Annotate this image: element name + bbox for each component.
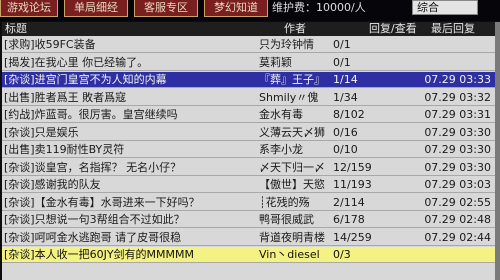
post-author: 【傲世】天慾 xyxy=(259,178,325,191)
table-row[interactable]: [杂谈]谈皇宫，名指挥？ 无名小仔？ 〆天下归一〆 12/159 07.29 03:3… xyxy=(2,160,495,176)
post-title[interactable]: [出售]卖119耐性BY灵符 xyxy=(4,142,257,157)
post-last-reply-time: 07.29 02:55 xyxy=(424,195,491,209)
table-row[interactable]: [杂谈]【金水有毒】水哥进来一下好吗？ ┊花残的殇 2/114 07.29 02:55 xyxy=(2,195,495,211)
post-title[interactable]: [出售]胜者爲王 敗者爲寇 xyxy=(4,90,257,105)
post-title[interactable]: [杂谈]进宫门皇宫不为人知的内幕 xyxy=(4,72,257,87)
post-title[interactable]: [杂谈]只想说一句3帮组合不过如此？ xyxy=(4,212,257,227)
table-row[interactable]: [揭发]在我心里 你已经输了。 莫莉颖 0/1 xyxy=(2,55,495,71)
post-title[interactable]: [约战]炸蓝哥。很厉害。皇宫继续吗 xyxy=(4,107,257,122)
top-navigation-bar: 游戏论坛 单局细经 客服专区 梦幻知道 维护费：10000/人 综合 xyxy=(0,0,500,21)
post-author: 背道夜明青楼 xyxy=(259,230,325,244)
post-title[interactable]: [杂谈]谈皇宫，名指挥？ 无名小仔？ xyxy=(4,160,257,175)
tab-game-forum[interactable]: 游戏论坛 xyxy=(0,0,58,17)
column-header-row: 标题 作者 回复/查看 最后回复 xyxy=(2,22,495,36)
post-reply-count: 2/114 xyxy=(333,195,365,209)
category-dropdown[interactable]: 综合 xyxy=(412,0,478,15)
post-reply-count: 14/259 xyxy=(333,230,372,244)
post-last-reply-time: 07.29 03:30 xyxy=(424,160,491,174)
table-row[interactable]: [约战]炸蓝哥。很厉害。皇宫继续吗 金水有毒 8/102 07.29 03:31 xyxy=(2,107,495,123)
post-last-reply-time: 07.29 03:03 xyxy=(424,178,491,191)
post-author: 〆天下归一〆 xyxy=(259,160,325,174)
post-title[interactable]: [求购]收59FC装备 xyxy=(4,37,257,52)
table-row[interactable]: [出售]胜者爲王 敗者爲寇 Shmily〃傀 1/34 07.29 03:32 xyxy=(2,90,495,106)
post-reply-count: 0/10 xyxy=(333,143,358,156)
post-reply-count: 0/1 xyxy=(333,38,351,51)
post-author: 金水有毒 xyxy=(259,108,303,121)
post-reply-count: 1/14 xyxy=(333,73,358,86)
post-title[interactable]: [杂谈]感谢我的队友 xyxy=(4,177,257,192)
post-author: 莫莉颖 xyxy=(259,55,292,69)
post-author: 只为玲钟情 xyxy=(259,38,314,51)
post-reply-count: 12/159 xyxy=(333,160,372,174)
post-author: Shmily〃傀 xyxy=(259,90,319,104)
table-row[interactable]: [出售]卖119耐性BY灵符 系李小龙 0/10 07.29 03:30 xyxy=(2,142,495,158)
post-author: 『葬』王子』 xyxy=(259,73,325,86)
table-row[interactable]: [求购]收59FC装备 只为玲钟情 0/1 xyxy=(2,37,495,53)
post-last-reply-time: 07.29 02:44 xyxy=(424,230,491,244)
post-last-reply-time: 07.29 03:32 xyxy=(424,90,491,104)
post-title[interactable]: [杂谈]【金水有毒】水哥进来一下好吗？ xyxy=(4,195,257,210)
post-last-reply-time: 07.29 03:30 xyxy=(424,125,491,139)
post-last-reply-time: 07.29 03:30 xyxy=(424,143,491,156)
post-reply-count: 0/3 xyxy=(333,248,351,261)
post-author: 义薄云天〆狮 xyxy=(259,125,325,139)
post-title[interactable]: [杂谈]本人收一把60JY剑有的MMMMM xyxy=(4,247,257,262)
post-author: 系李小龙 xyxy=(259,143,303,156)
forum-post-list: 标题 作者 回复/查看 最后回复 [求购]收59FC装备 只为玲钟情 0/1 [揭发]… xyxy=(2,22,495,280)
post-title[interactable]: [杂谈]只是娱乐 xyxy=(4,125,257,140)
post-reply-count: 8/102 xyxy=(333,108,365,121)
post-last-reply-time: 07.29 02:48 xyxy=(424,213,491,226)
table-row[interactable]: [杂谈]只想说一句3帮组合不过如此？ 鸭哥很威武 6/178 07.29 02:48 xyxy=(2,212,495,228)
post-reply-count: 6/178 xyxy=(333,213,365,226)
post-last-reply-time: 07.29 03:31 xyxy=(424,108,491,121)
table-row[interactable]: [杂谈]进宫门皇宫不为人知的内幕 『葬』王子』 1/14 07.29 03:33 xyxy=(2,72,495,88)
column-replies-header[interactable]: 回复/查看 xyxy=(369,22,417,36)
post-author: Vin丶diesel xyxy=(259,248,320,261)
tab-dream-knowledge[interactable]: 梦幻知道 xyxy=(204,0,268,17)
post-author: 鸭哥很威武 xyxy=(259,213,314,226)
column-last-reply-header[interactable]: 最后回复 xyxy=(431,22,475,36)
post-reply-count: 1/34 xyxy=(333,90,358,104)
post-reply-count: 0/16 xyxy=(333,125,358,139)
table-row[interactable]: [杂谈]呵呵金水逃跑哥 请了皮哥很稳 背道夜明青楼 14/259 07.29 02:4… xyxy=(2,230,495,246)
maintenance-fee-label: 维护费：10000/人 xyxy=(272,1,366,14)
table-row[interactable]: [杂谈]感谢我的队友 【傲世】天慾 11/193 07.29 03:03 xyxy=(2,177,495,193)
table-row[interactable]: [杂谈]本人收一把60JY剑有的MMMMM Vin丶diesel 0/3 xyxy=(2,247,495,263)
column-title-header[interactable]: 标题 xyxy=(5,22,27,36)
post-reply-count: 0/1 xyxy=(333,55,351,69)
post-title[interactable]: [揭发]在我心里 你已经输了。 xyxy=(4,55,257,70)
post-title[interactable]: [杂谈]呵呵金水逃跑哥 请了皮哥很稳 xyxy=(4,230,257,245)
column-author-header[interactable]: 作者 xyxy=(284,22,306,36)
post-reply-count: 11/193 xyxy=(333,178,372,191)
scrollbar[interactable] xyxy=(495,22,500,280)
post-last-reply-time: 07.29 03:33 xyxy=(424,73,491,86)
table-row[interactable]: [杂谈]只是娱乐 义薄云天〆狮 0/16 07.29 03:30 xyxy=(2,125,495,141)
tab-customer-service[interactable]: 客服专区 xyxy=(134,0,198,17)
tab-single-round[interactable]: 单局细经 xyxy=(64,0,128,17)
post-author: ┊花残的殇 xyxy=(259,195,310,209)
